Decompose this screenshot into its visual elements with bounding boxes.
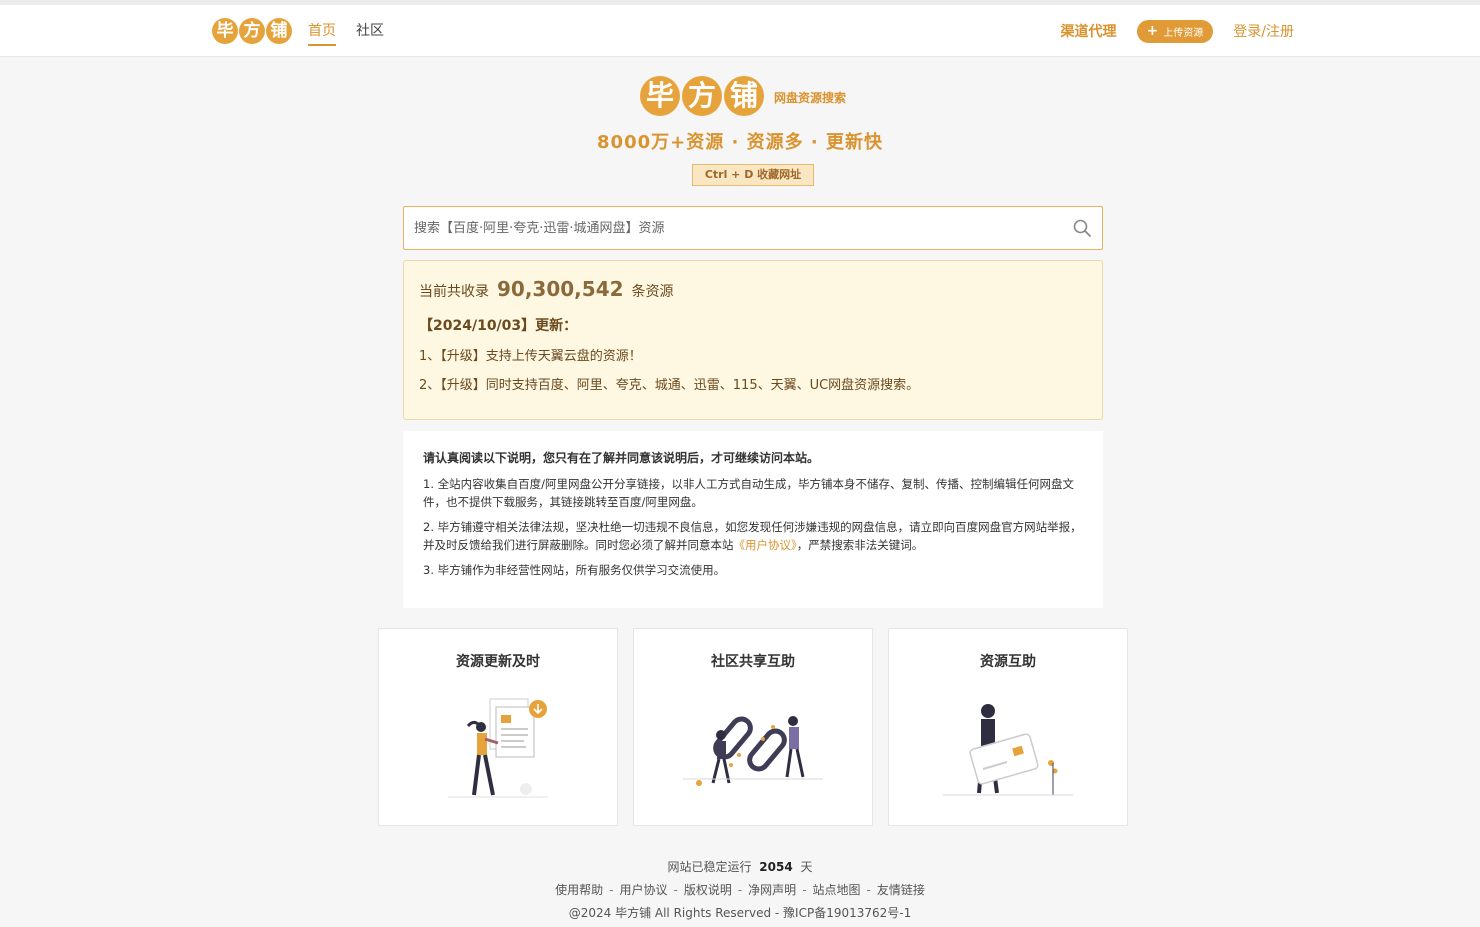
hero-logo-char: 铺	[724, 76, 764, 116]
hero-logo-char: 毕	[640, 76, 680, 116]
search-bar	[403, 206, 1103, 250]
uptime-days: 2054	[759, 860, 793, 874]
header: 毕 方 铺 首页 社区 渠道代理 + 上传资源 登录/注册	[0, 5, 1480, 57]
link-separator: -	[673, 883, 678, 897]
disclaimer-item: 1. 全站内容收集自百度/阿里网盘公开分享链接，以非人工方式自动生成，毕方铺本身…	[423, 477, 1074, 509]
feature-card-mutual-aid: 资源互助	[888, 628, 1128, 826]
feature-card-community: 社区共享互助	[633, 628, 873, 826]
disclaimer-text: ，严禁搜索非法关键词。	[796, 538, 924, 552]
feature-card-title: 资源互助	[980, 654, 1036, 670]
uptime-prefix: 网站已稳定运行	[667, 860, 752, 874]
resource-count: 90,300,542	[497, 277, 624, 301]
logo-char: 毕	[212, 18, 238, 44]
upload-resource-button[interactable]: + 上传资源	[1136, 19, 1214, 43]
footer-link-friends[interactable]: 友情链接	[877, 883, 925, 897]
header-actions: 渠道代理 + 上传资源 登录/注册	[1061, 5, 1294, 57]
site-logo[interactable]: 毕 方 铺	[212, 18, 292, 44]
link-separator: -	[737, 883, 743, 897]
feature-card-updates: 资源更新及时	[378, 628, 618, 826]
uptime-line: 网站已稳定运行 2054 天	[0, 856, 1480, 879]
hero-logo-char: 方	[682, 76, 722, 116]
feature-card-title: 社区共享互助	[711, 654, 795, 670]
user-agreement-link[interactable]: 《用户协议》	[734, 538, 797, 552]
main-nav: 首页 社区	[308, 5, 384, 57]
update-item: 1、【升级】支持上传天翼云盘的资源！	[419, 349, 642, 364]
mutual-aid-illustration	[943, 704, 1073, 796]
disclaimer-item: 3. 毕方铺作为非经营性网站，所有服务仅供学习交流使用。	[423, 563, 726, 577]
feature-card-title: 资源更新及时	[456, 654, 540, 670]
footer: 网站已稳定运行 2054 天 使用帮助 - 用户协议 - 版权说明 - 净网声明 - 站点地图 -…	[0, 856, 1480, 925]
disclaimer-head: 请认真阅读以下说明，您只有在了解并同意该说明后，才可继续访问本站。	[423, 451, 820, 465]
search-icon[interactable]	[1062, 208, 1102, 248]
footer-link-copyright[interactable]: 版权说明	[684, 883, 732, 897]
copyright: @2024 毕方铺 All Rights Reserved - 豫ICP备190…	[568, 906, 912, 920]
count-suffix: 条资源	[631, 284, 674, 300]
logo-char: 方	[239, 18, 265, 44]
channel-agent-link[interactable]: 渠道代理	[1061, 21, 1117, 41]
nav-community[interactable]: 社区	[356, 5, 384, 57]
notice-panel: 当前共收录 90,300,542 条资源 【2024/10/03】更新： 1、【…	[403, 260, 1103, 420]
community-illustration	[683, 716, 823, 786]
resource-count-line: 当前共收录 90,300,542 条资源	[419, 277, 1087, 301]
logo-char: 铺	[266, 18, 292, 44]
disclaimer-item: 2. 毕方铺遵守相关法律法规，坚决杜绝一切违规不良信息，如您发现任何涉嫌违规的网…	[423, 518, 1083, 554]
link-separator: -	[609, 883, 614, 897]
footer-link-agreement[interactable]: 用户协议	[619, 883, 667, 897]
footer-links: 使用帮助 - 用户协议 - 版权说明 - 净网声明 - 站点地图 - 友情链接	[0, 879, 1480, 902]
bookmark-hint: Ctrl + D 收藏网址	[692, 164, 814, 186]
footer-link-sitemap[interactable]: 站点地图	[813, 883, 861, 897]
nav-home[interactable]: 首页	[308, 5, 336, 57]
count-prefix: 当前共收录	[419, 284, 489, 300]
disclaimer-panel: 请认真阅读以下说明，您只有在了解并同意该说明后，才可继续访问本站。 1. 全站内…	[403, 431, 1103, 608]
link-separator: -	[802, 883, 807, 897]
hero-logo: 毕 方 铺 网盘资源搜索	[640, 76, 846, 116]
slogan: 8000万+资源 · 资源多 · 更新快	[597, 132, 883, 153]
update-title: 【2024/10/03】更新：	[419, 318, 578, 334]
hero-subtitle: 网盘资源搜索	[774, 91, 847, 105]
feature-cards: 资源更新及时 社区共享互助 资源互助	[378, 628, 1128, 826]
uptime-suffix: 天	[800, 860, 813, 874]
link-separator: -	[866, 883, 871, 897]
update-item: 2、【升级】同时支持百度、阿里、夸克、城通、迅雷、115、天翼、UC网盘资源搜索…	[419, 378, 920, 393]
footer-link-help[interactable]: 使用帮助	[555, 883, 603, 897]
plus-icon: +	[1146, 23, 1159, 39]
footer-link-clean-web[interactable]: 净网声明	[748, 883, 796, 897]
search-input[interactable]	[404, 208, 1062, 248]
upload-resource-label: 上传资源	[1163, 27, 1204, 39]
login-register-link[interactable]: 登录/注册	[1233, 21, 1294, 41]
updates-illustration	[448, 698, 548, 798]
